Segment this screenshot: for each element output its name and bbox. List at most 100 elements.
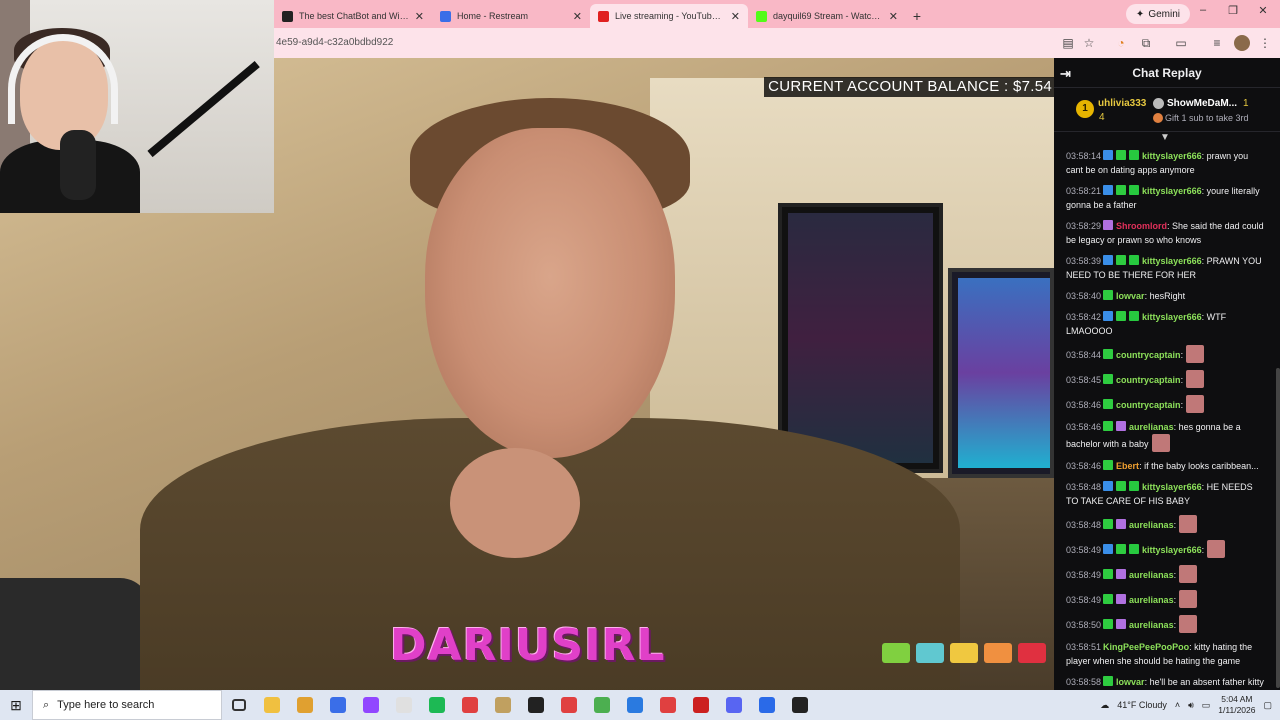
user-badge-icon <box>1129 481 1140 491</box>
chat-message[interactable]: 03:58:14 kittyslayer666: prawn you cant b… <box>1054 146 1276 181</box>
message-username[interactable]: lowvar <box>1116 291 1145 301</box>
taskbar-app-icon[interactable] <box>486 690 519 720</box>
chat-message[interactable]: 03:58:21 kittyslayer666: youre literally … <box>1054 181 1276 216</box>
collapse-chat-icon[interactable]: ⇥ <box>1060 66 1071 82</box>
message-username[interactable]: kittyslayer666 <box>1142 312 1202 322</box>
chat-header: ⇥ Chat Replay <box>1054 58 1280 88</box>
taskbar-app-icon[interactable] <box>783 690 816 720</box>
leader-first-name[interactable]: uhlivia333 <box>1098 98 1146 109</box>
clock[interactable]: 5:04 AM 1/11/2026 <box>1218 694 1255 716</box>
taskbar-app-icon[interactable] <box>618 690 651 720</box>
taskbar-app-icon[interactable] <box>321 690 354 720</box>
message-username[interactable]: lowvar <box>1116 677 1145 687</box>
windows-start-icon[interactable]: ⊞ <box>0 690 32 720</box>
chat-scrollbar[interactable] <box>1276 368 1280 688</box>
network-icon[interactable]: ▭ <box>1202 700 1211 711</box>
chat-message[interactable]: 03:58:44 countrycaptain: <box>1054 342 1276 367</box>
gemini-button[interactable]: ✦ Gemini <box>1125 4 1190 24</box>
message-username[interactable]: KingPeePeePooPoo <box>1103 642 1189 652</box>
app-glyph-icon <box>593 697 610 713</box>
chat-message[interactable]: 03:58:49 aurelianas: <box>1054 562 1276 587</box>
chat-message[interactable]: 03:58:42 kittyslayer666: WTF LMAOOOO <box>1054 307 1276 342</box>
taskbar-app-icon[interactable] <box>750 690 783 720</box>
message-username[interactable]: kittyslayer666 <box>1142 482 1202 492</box>
chat-message[interactable]: 03:58:49 kittyslayer666: <box>1054 537 1276 562</box>
volume-icon[interactable]: 🔊︎ <box>1188 700 1194 711</box>
task-view-icon[interactable] <box>222 690 255 720</box>
chat-message[interactable]: 03:58:50 aurelianas: <box>1054 612 1276 637</box>
system-tray: ☁ 41°F Cloudy ˄ 🔊︎ ▭ 5:04 AM 1/11/2026 ▢ <box>1100 690 1280 720</box>
chat-message[interactable]: 03:58:40 lowvar: hesRight <box>1054 286 1276 307</box>
taskbar-app-icon[interactable] <box>387 690 420 720</box>
taskbar-search[interactable]: ⌕ Type here to search <box>32 690 222 720</box>
profile-avatar-icon[interactable] <box>1234 35 1250 51</box>
browser-tab[interactable]: dayquil69 Stream - Watch Live ✕ <box>748 4 906 28</box>
chat-message[interactable]: 03:58:29 Shroomlord: She said the dad cou… <box>1054 216 1276 251</box>
taskbar-app-icon[interactable] <box>354 690 387 720</box>
taskbar-app-icon[interactable] <box>519 690 552 720</box>
media-controls-icon[interactable]: ≡ <box>1209 35 1225 51</box>
chat-message[interactable]: 03:58:46 Ebert: if the baby looks caribbe… <box>1054 456 1276 477</box>
clock-time: 5:04 AM <box>1221 694 1253 704</box>
browser-tab[interactable]: The best ChatBot and Widgets ✕ <box>274 4 432 28</box>
restore-icon[interactable]: ❐ <box>1223 4 1243 17</box>
url-field[interactable]: 4e59-a9d4-c32a0bdbd922 <box>276 37 393 48</box>
taskbar-app-icon[interactable] <box>420 690 453 720</box>
chat-message[interactable]: 03:58:48 aurelianas: <box>1054 512 1276 537</box>
browser-tab[interactable]: Live streaming - YouTube Studio ✕ <box>590 4 748 28</box>
message-text: : <box>1173 595 1177 605</box>
chat-message[interactable]: 03:58:46 aurelianas: hes gonna be a bache… <box>1054 417 1276 456</box>
new-tab-button[interactable]: + <box>906 4 928 28</box>
message-username[interactable]: aurelianas <box>1129 520 1174 530</box>
chat-message[interactable]: 03:58:49 aurelianas: <box>1054 587 1276 612</box>
message-username[interactable]: aurelianas <box>1129 570 1174 580</box>
cast-icon[interactable]: ▭ <box>1173 35 1189 51</box>
notifications-icon[interactable]: ▢ <box>1263 700 1272 711</box>
message-username[interactable]: countrycaptain <box>1116 375 1181 385</box>
message-username[interactable]: aurelianas <box>1129 595 1174 605</box>
message-text: : <box>1173 570 1177 580</box>
message-username[interactable]: kittyslayer666 <box>1142 256 1202 266</box>
chat-message[interactable]: 03:58:45 countrycaptain: <box>1054 367 1276 392</box>
message-username[interactable]: Shroomlord <box>1116 221 1167 231</box>
bookmark-star-icon[interactable]: ☆ <box>1081 35 1097 51</box>
message-username[interactable]: countrycaptain <box>1116 400 1181 410</box>
tab-close-icon[interactable]: ✕ <box>573 10 582 23</box>
chat-message[interactable]: 03:58:51 KingPeePeePooPoo: kitty hating t… <box>1054 637 1276 672</box>
tab-close-icon[interactable]: ✕ <box>731 10 740 23</box>
menu-kebab-icon[interactable]: ⋮ <box>1257 35 1273 51</box>
chat-messages: 03:58:14 kittyslayer666: prawn you cant b… <box>1054 146 1276 720</box>
leader-second-name[interactable]: ShowMeDaM... <box>1167 98 1237 109</box>
rss-icon[interactable]: ◔ <box>1113 35 1129 51</box>
message-username[interactable]: kittyslayer666 <box>1142 545 1202 555</box>
tray-arrow-icon[interactable]: ˄ <box>1175 700 1180 710</box>
extensions-icon[interactable]: ⧉ <box>1138 35 1154 51</box>
taskbar-app-icon[interactable] <box>288 690 321 720</box>
close-window-icon[interactable]: ✕ <box>1253 4 1273 17</box>
minimize-icon[interactable]: – <box>1193 4 1213 16</box>
taskbar-app-icon[interactable] <box>717 690 750 720</box>
chat-filter-icon[interactable]: ▼ <box>1160 132 1170 143</box>
chat-message[interactable]: 03:58:48 kittyslayer666: HE NEEDS TO TAKE… <box>1054 477 1276 512</box>
taskbar-app-icon[interactable] <box>585 690 618 720</box>
taskbar-app-icon[interactable] <box>255 690 288 720</box>
taskbar-app-icon[interactable] <box>651 690 684 720</box>
message-text: : <box>1180 400 1184 410</box>
page-info-icon[interactable]: ▤ <box>1060 35 1076 51</box>
chat-message[interactable]: 03:58:46 countrycaptain: <box>1054 392 1276 417</box>
taskbar-app-icon[interactable] <box>453 690 486 720</box>
taskbar-app-icon[interactable] <box>552 690 585 720</box>
taskbar-app-icon[interactable] <box>684 690 717 720</box>
message-username[interactable]: countrycaptain <box>1116 350 1181 360</box>
tab-close-icon[interactable]: ✕ <box>415 10 424 23</box>
message-timestamp: 03:58:48 <box>1066 520 1102 530</box>
tab-close-icon[interactable]: ✕ <box>889 10 898 23</box>
message-username[interactable]: aurelianas <box>1129 422 1174 432</box>
chat-message[interactable]: 03:58:39 kittyslayer666: PRAWN YOU NEED T… <box>1054 251 1276 286</box>
message-username[interactable]: kittyslayer666 <box>1142 186 1202 196</box>
message-username[interactable]: Ebert <box>1116 461 1139 471</box>
weather-text[interactable]: 41°F Cloudy <box>1117 700 1167 710</box>
browser-tab[interactable]: Home - Restream ✕ <box>432 4 590 28</box>
message-username[interactable]: kittyslayer666 <box>1142 151 1202 161</box>
message-username[interactable]: aurelianas <box>1129 620 1174 630</box>
